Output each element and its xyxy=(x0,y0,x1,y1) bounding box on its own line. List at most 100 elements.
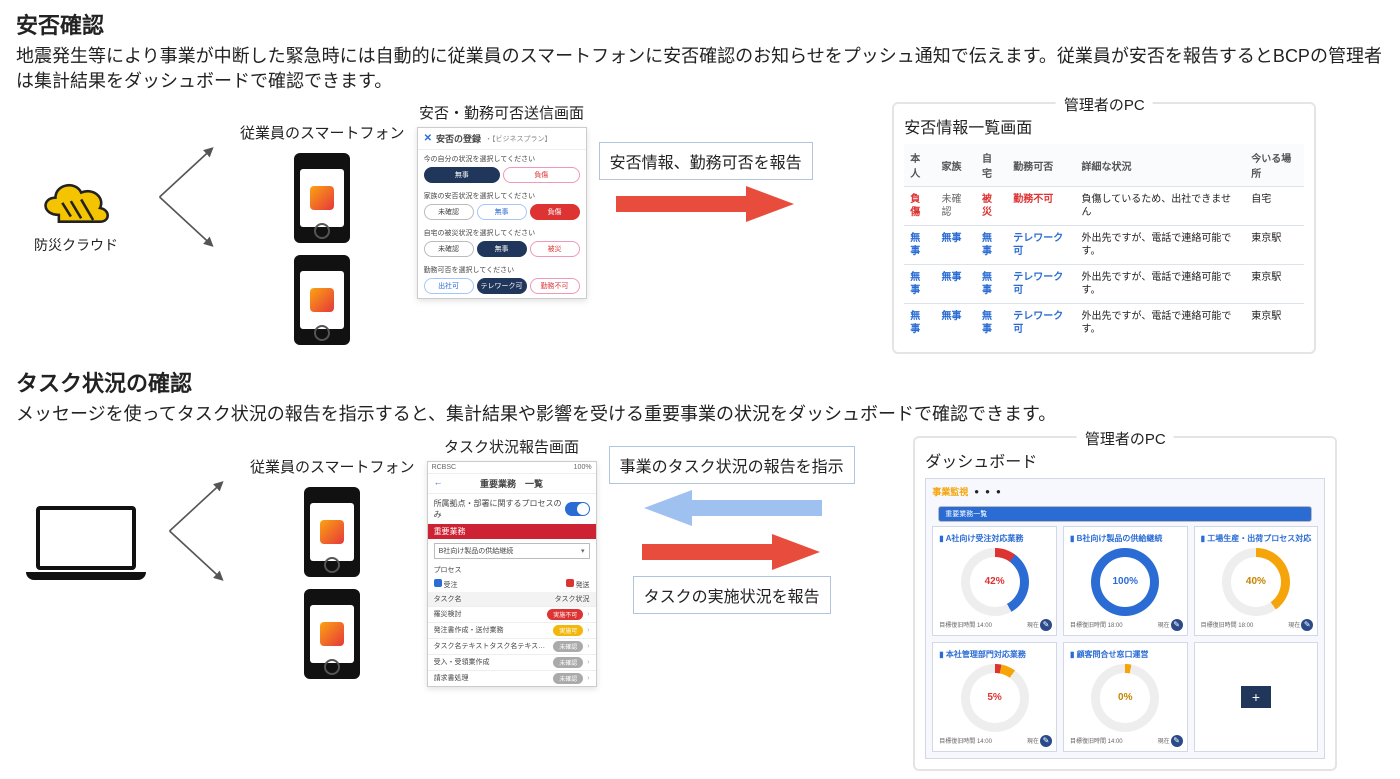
section2-desc: メッセージを使ってタスク状況の報告を指示すると、集計結果や影響を受ける重要事業の… xyxy=(16,402,1384,427)
status-th: 詳細な状況 xyxy=(1076,144,1246,187)
card-footer: 目標復旧時間 18:00現在 8件 xyxy=(1201,620,1312,629)
edit-icon[interactable]: ✎ xyxy=(1040,735,1052,747)
task-row[interactable]: 発注書作成・送付業務実施可› xyxy=(428,622,596,638)
legend-dot-red xyxy=(566,579,574,587)
phone-icon xyxy=(294,153,350,243)
back-icon[interactable]: ← xyxy=(434,477,443,487)
table-cell: 被災 xyxy=(976,187,1007,226)
filter-toggle[interactable] xyxy=(565,502,590,516)
card-title: ▮ 工場生産・出荷プロセス対応 xyxy=(1201,533,1312,544)
q2-label: 家族の安否状況を選択してください xyxy=(424,191,580,201)
table-cell: 外出先ですが、電話で連絡可能です。 xyxy=(1076,226,1246,265)
q4-opt-unable[interactable]: 勤務不可 xyxy=(530,278,580,294)
task-app-screen: RCBSC100% ←重要業務 一覧 所属拠点・部署に関するプロセスのみ 重要業… xyxy=(427,461,597,687)
biz-select[interactable]: B社向け製品の供給継続▾ xyxy=(434,543,590,559)
edit-icon[interactable]: ✎ xyxy=(1171,619,1183,631)
q4-opt-telework[interactable]: テレワーク可 xyxy=(477,278,527,294)
table-row: 無事無事無事テレワーク可外出先ですが、電話で連絡可能です。東京駅 xyxy=(904,265,1304,304)
edit-icon[interactable]: ✎ xyxy=(1171,735,1183,747)
task-row[interactable]: 請求書処理未確認› xyxy=(428,670,596,686)
table-cell: 東京駅 xyxy=(1245,304,1304,343)
status-th: 本人 xyxy=(904,144,935,187)
table-cell: テレワーク可 xyxy=(1007,265,1075,304)
dashboard-card[interactable]: ▮ A社向け受注対応業務42%目標復旧時間 14:00現在 5件✎ xyxy=(932,526,1057,636)
task-status-chip: 実施不可 xyxy=(547,609,583,620)
table-cell: 負傷しているため、出社できません xyxy=(1076,187,1246,226)
table-cell: 勤務不可 xyxy=(1007,187,1075,226)
task-row[interactable]: 受入・受領業作成未確認 › xyxy=(428,654,596,670)
task-name: 発注書作成・送付業務 xyxy=(434,625,550,635)
card-footer: 目標復旧時間 14:00現在 6件 xyxy=(939,736,1050,745)
card-title: ▮ A社向け受注対応業務 xyxy=(939,533,1050,544)
add-card[interactable]: + xyxy=(1194,642,1319,752)
task-app-title: タスク状況報告画面 xyxy=(444,436,579,457)
status-th: 今いる場所 xyxy=(1245,144,1304,187)
q2-opt-unknown[interactable]: 未確認 xyxy=(424,204,474,220)
dashboard-card[interactable]: ▮ 工場生産・出荷プロセス対応 40% 目標復旧時間 18:00現在 8件✎ xyxy=(1194,526,1319,636)
table-cell: テレワーク可 xyxy=(1007,226,1075,265)
phone-icon xyxy=(304,589,360,679)
table-cell: 無事 xyxy=(936,226,977,265)
table-cell: 無事 xyxy=(904,265,935,304)
q3-label: 自宅の被災状況を選択してください xyxy=(424,228,580,238)
q1-opt-safe[interactable]: 無事 xyxy=(424,167,501,183)
table-cell: 外出先ですが、電話で連絡可能です。 xyxy=(1076,265,1246,304)
chevron-right-icon: › xyxy=(587,627,589,634)
task-th-status: タスク状況 xyxy=(555,594,590,604)
q3-opt-unknown[interactable]: 未確認 xyxy=(424,241,474,257)
table-cell: 無事 xyxy=(976,265,1007,304)
plus-icon[interactable]: + xyxy=(1241,686,1271,708)
safety-app-header-sub: ・【ビジネスプラン】 xyxy=(485,134,552,144)
section1-title: 安否確認 xyxy=(16,8,1384,40)
bosai-cloud-logo: 防災クラウド xyxy=(16,172,136,255)
donut-chart: 0% xyxy=(1091,664,1159,732)
table-cell: 無事 xyxy=(936,304,977,343)
table-cell: 未確認 xyxy=(936,187,977,226)
dashboard-card[interactable]: ▮ 本社管理部門対応業務5%目標復旧時間 14:00現在 6件✎ xyxy=(932,642,1057,752)
task-name: 受入・受領業作成 xyxy=(434,657,550,667)
status-th: 家族 xyxy=(936,144,977,187)
app-icon xyxy=(320,622,344,646)
logo-text: 防災クラウド xyxy=(16,235,136,255)
admin-pc-label-2: 管理者のPC xyxy=(1077,428,1174,449)
table-cell: 外出先ですが、電話で連絡可能です。 xyxy=(1076,304,1246,343)
task-status-chip: 未確認 xyxy=(553,657,583,668)
dashboard-brand: 事業監視 xyxy=(932,485,968,498)
flow-caption-1: 安否情報、勤務可否を報告 xyxy=(599,142,813,180)
q2-opt-injured[interactable]: 負傷 xyxy=(530,204,580,220)
legend-right: 発送 xyxy=(576,582,590,589)
card-title: ▮ B社向け製品の供給継続 xyxy=(1070,533,1181,544)
task-row[interactable]: 羅災検討実施不可› xyxy=(428,606,596,622)
app-icon xyxy=(320,520,344,544)
table-cell: 無事 xyxy=(976,304,1007,343)
admin-pc-label-1: 管理者のPC xyxy=(1056,94,1153,115)
q1-opt-injured[interactable]: 負傷 xyxy=(503,167,580,183)
donut-chart: 40% xyxy=(1222,548,1290,616)
card-footer: 目標復旧時間 14:00現在 5件 xyxy=(1070,736,1181,745)
q1-label: 今の自分の状況を選択してください xyxy=(424,154,580,164)
chevron-down-icon: ▾ xyxy=(581,547,585,555)
q3-opt-damaged[interactable]: 被災 xyxy=(530,241,580,257)
cloud-icon xyxy=(31,172,121,232)
table-cell: 負傷 xyxy=(904,187,935,226)
laptop-icon xyxy=(26,506,146,586)
chevron-right-icon: › xyxy=(587,659,589,666)
employee-phone-label-1: 従業員のスマートフォン xyxy=(240,122,405,143)
table-row: 負傷未確認被災勤務不可負傷しているため、出社できません自宅 xyxy=(904,187,1304,226)
crumb-important-biz[interactable]: 重要業務一覧 xyxy=(938,506,1312,522)
phone-icon xyxy=(304,487,360,577)
phone-icon xyxy=(294,255,350,345)
q4-opt-office[interactable]: 出社可 xyxy=(424,278,474,294)
chevron-right-icon: › xyxy=(587,675,589,682)
safety-app-header: 安否の登録 xyxy=(436,132,481,145)
dashboard-card[interactable]: ▮ B社向け製品の供給継続100%目標復旧時間 18:00現在 3件✎ xyxy=(1063,526,1188,636)
dashboard-card[interactable]: ▮ 顧客問合せ窓口運営0%目標復旧時間 14:00現在 5件✎ xyxy=(1063,642,1188,752)
edit-icon[interactable]: ✎ xyxy=(1301,619,1313,631)
table-row: 無事無事無事テレワーク可外出先ですが、電話で連絡可能です。東京駅 xyxy=(904,304,1304,343)
close-icon[interactable]: ✕ xyxy=(424,133,432,144)
q3-opt-safe[interactable]: 無事 xyxy=(477,241,527,257)
task-row[interactable]: タスク名テキストタスク名テキストタスク名テキストタスク名・テ…未確認› xyxy=(428,638,596,654)
q2-opt-safe[interactable]: 無事 xyxy=(477,204,527,220)
toggle-label: 所属拠点・部署に関するプロセスのみ xyxy=(434,498,565,520)
edit-icon[interactable]: ✎ xyxy=(1040,619,1052,631)
